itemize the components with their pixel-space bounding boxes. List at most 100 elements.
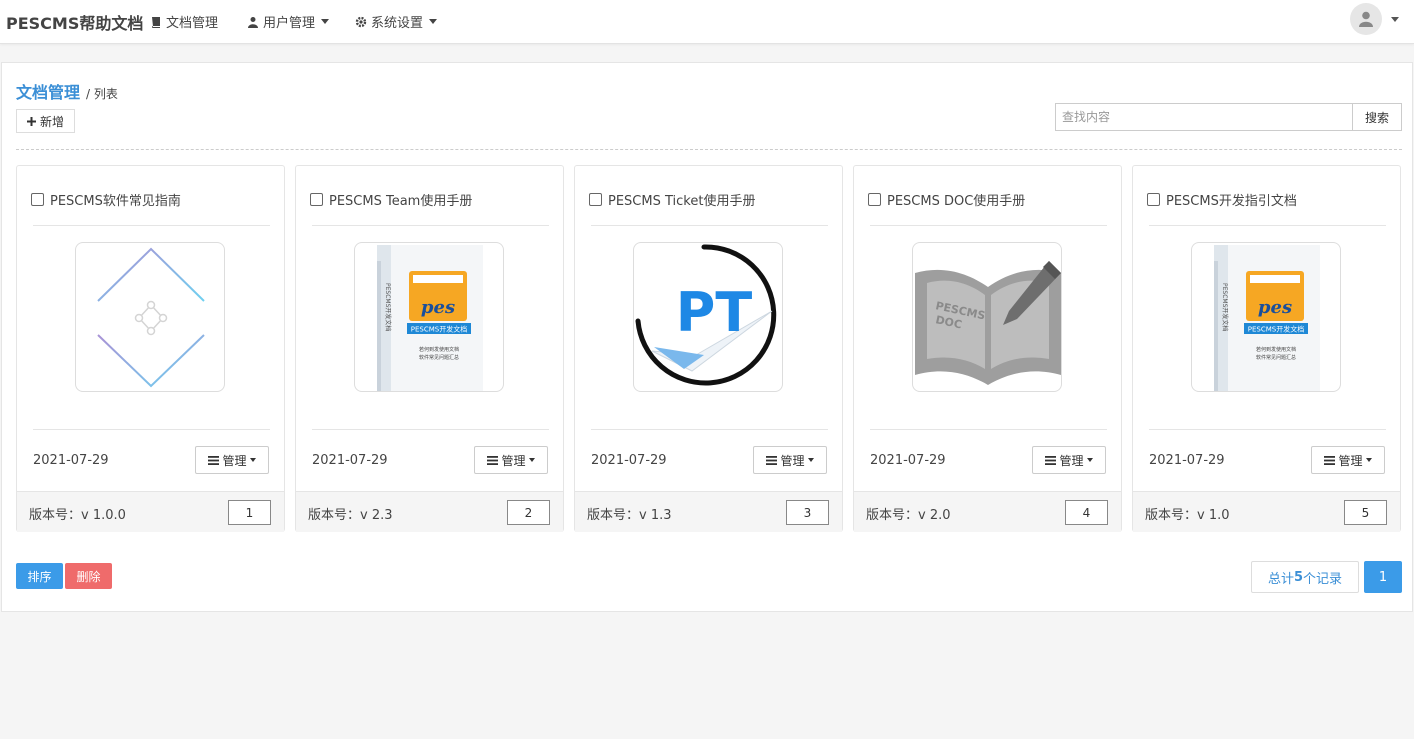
card-title[interactable]: PESCMS Team使用手册 xyxy=(329,190,472,209)
card-thumbnail[interactable]: pes PESCMS开发文档 若何到发使用文档 软件常见问题汇总 PESCMS开… xyxy=(1191,242,1341,392)
box-line-2: 软件常见问题汇总 xyxy=(419,354,459,361)
card-checkbox[interactable] xyxy=(589,193,602,206)
card-version: 版本号：v 2.0 xyxy=(866,508,951,523)
card-date: 2021-07-29 xyxy=(870,453,946,468)
pes-box-icon: pes PESCMS开发文档 若何到发使用文档 软件常见问题汇总 PESCMS开… xyxy=(1214,245,1320,391)
box-logo-text: pes xyxy=(421,297,455,318)
card-version: 版本号：v 2.3 xyxy=(308,508,393,523)
card-title[interactable]: PESCMS开发指引文档 xyxy=(1166,190,1297,209)
doc-book-icon: PESCMS DOC xyxy=(915,261,1061,385)
doc-card: PESCMS DOC使用手册 PESCMS DOC 2021-07-29 管理 … xyxy=(853,165,1122,532)
total-count: 5 xyxy=(1293,569,1304,585)
list-icon xyxy=(1324,455,1336,465)
nav-item-label: 用户管理 xyxy=(263,16,316,31)
pes-box-icon: pes PESCMS开发文档 若何到发使用文档 软件常见问题汇总 PESCMS开… xyxy=(377,245,483,391)
card-divider xyxy=(312,429,549,430)
users-icon xyxy=(248,16,258,28)
card-checkbox[interactable] xyxy=(31,193,44,206)
box-line-1: 若何到发使用文档 xyxy=(1256,346,1296,353)
gear-icon xyxy=(355,16,367,27)
sort-order-input[interactable] xyxy=(507,500,550,525)
card-divider xyxy=(1149,429,1386,430)
nav-item-settings[interactable]: 系统设置 xyxy=(355,12,438,31)
manage-button-label: 管理 xyxy=(1059,453,1084,468)
manage-button-label: 管理 xyxy=(1338,453,1363,468)
box-line-1: 若何到发使用文档 xyxy=(419,346,459,353)
pagination-page-1[interactable]: 1 xyxy=(1364,561,1402,593)
card-footer: 版本号：v 1.0.0 xyxy=(17,491,284,532)
chevron-down-icon xyxy=(528,458,535,462)
box-line-2: 软件常见问题汇总 xyxy=(1256,354,1296,361)
card-title[interactable]: PESCMS DOC使用手册 xyxy=(887,190,1025,209)
card-footer: 版本号：v 1.0 xyxy=(1133,491,1400,532)
nav-item-users[interactable]: 用户管理 xyxy=(247,12,330,31)
box-spine-text: PESCMS开发文档 xyxy=(1221,283,1229,331)
breadcrumb-main[interactable]: 文档管理 xyxy=(16,79,80,103)
card-title[interactable]: PESCMS软件常见指南 xyxy=(50,190,181,209)
card-checkbox[interactable] xyxy=(1147,193,1160,206)
card-header: PESCMS Team使用手册 xyxy=(310,190,472,209)
card-header: PESCMS软件常见指南 xyxy=(31,190,181,209)
card-divider xyxy=(312,225,549,226)
box-logo-text: pes xyxy=(1258,297,1292,318)
card-header: PESCMS Ticket使用手册 xyxy=(589,190,755,209)
card-checkbox[interactable] xyxy=(310,193,323,206)
manage-button[interactable]: 管理 xyxy=(474,446,548,474)
nav-item-label: 系统设置 xyxy=(371,16,424,31)
diamond-logo-icon xyxy=(97,247,205,388)
nav-item-docs[interactable]: 文档管理 xyxy=(150,12,218,31)
list-icon xyxy=(208,455,220,465)
search-input[interactable] xyxy=(1055,103,1353,131)
manage-button[interactable]: 管理 xyxy=(195,446,269,474)
card-divider xyxy=(870,225,1107,226)
card-divider xyxy=(33,225,270,226)
card-version: 版本号：v 1.0 xyxy=(1145,508,1230,523)
card-date: 2021-07-29 xyxy=(33,453,109,468)
book-icon xyxy=(152,16,160,28)
box-banner-text: PESCMS开发文档 xyxy=(411,325,467,334)
sort-order-input[interactable] xyxy=(1065,500,1108,525)
breadcrumb-sub: / 列表 xyxy=(86,87,118,101)
card-header: PESCMS开发指引文档 xyxy=(1147,190,1297,209)
pt-logo-text: PT xyxy=(676,281,753,344)
plus-icon xyxy=(27,116,36,126)
manage-button[interactable]: 管理 xyxy=(1311,446,1385,474)
card-version: 版本号：v 1.0.0 xyxy=(29,508,126,523)
chevron-down-icon xyxy=(807,458,814,462)
card-checkbox[interactable] xyxy=(868,193,881,206)
manage-button-label: 管理 xyxy=(501,453,526,468)
card-divider xyxy=(870,429,1107,430)
doc-card: PESCMS Ticket使用手册 PT 2021-07-29 管理 版本号：v… xyxy=(574,165,843,532)
card-thumbnail[interactable] xyxy=(75,242,225,392)
delete-button[interactable]: 删除 xyxy=(65,563,112,589)
total-suffix: 个记录 xyxy=(1303,571,1343,587)
card-header: PESCMS DOC使用手册 xyxy=(868,190,1025,209)
card-divider xyxy=(591,225,828,226)
manage-button[interactable]: 管理 xyxy=(1032,446,1106,474)
doc-card: PESCMS开发指引文档 pes PESCMS开发文档 若何到发使用文档 软件常… xyxy=(1132,165,1401,532)
sort-order-input[interactable] xyxy=(1344,500,1387,525)
sort-order-input[interactable] xyxy=(228,500,271,525)
breadcrumb: 文档管理 / 列表 xyxy=(16,79,118,103)
manage-button-label: 管理 xyxy=(780,453,805,468)
card-thumbnail[interactable]: PESCMS DOC xyxy=(912,242,1062,392)
sort-order-input[interactable] xyxy=(786,500,829,525)
add-button[interactable]: 新增 xyxy=(16,109,76,133)
manage-button[interactable]: 管理 xyxy=(753,446,827,474)
card-thumbnail[interactable]: pes PESCMS开发文档 若何到发使用文档 软件常见问题汇总 PESCMS开… xyxy=(354,242,504,392)
top-navbar: PESCMS帮助文档 文档管理 用户管理 系统设置 xyxy=(0,0,1414,44)
card-thumbnail[interactable]: PT xyxy=(633,242,783,392)
main-panel: 文档管理 / 列表 新增 搜索 PESCMS软件常见指南 202 xyxy=(1,62,1413,612)
sort-button[interactable]: 排序 xyxy=(16,563,63,589)
card-title[interactable]: PESCMS Ticket使用手册 xyxy=(608,190,755,209)
chevron-down-icon xyxy=(429,19,438,24)
chevron-down-icon xyxy=(1365,458,1372,462)
search-button[interactable]: 搜索 xyxy=(1352,103,1402,131)
card-version: 版本号：v 1.3 xyxy=(587,508,672,523)
card-divider xyxy=(33,429,270,430)
avatar[interactable] xyxy=(1350,3,1382,35)
chevron-down-icon xyxy=(249,458,256,462)
brand-title[interactable]: PESCMS帮助文档 xyxy=(6,10,143,34)
list-icon xyxy=(487,455,499,465)
chevron-down-icon[interactable] xyxy=(1391,17,1399,22)
